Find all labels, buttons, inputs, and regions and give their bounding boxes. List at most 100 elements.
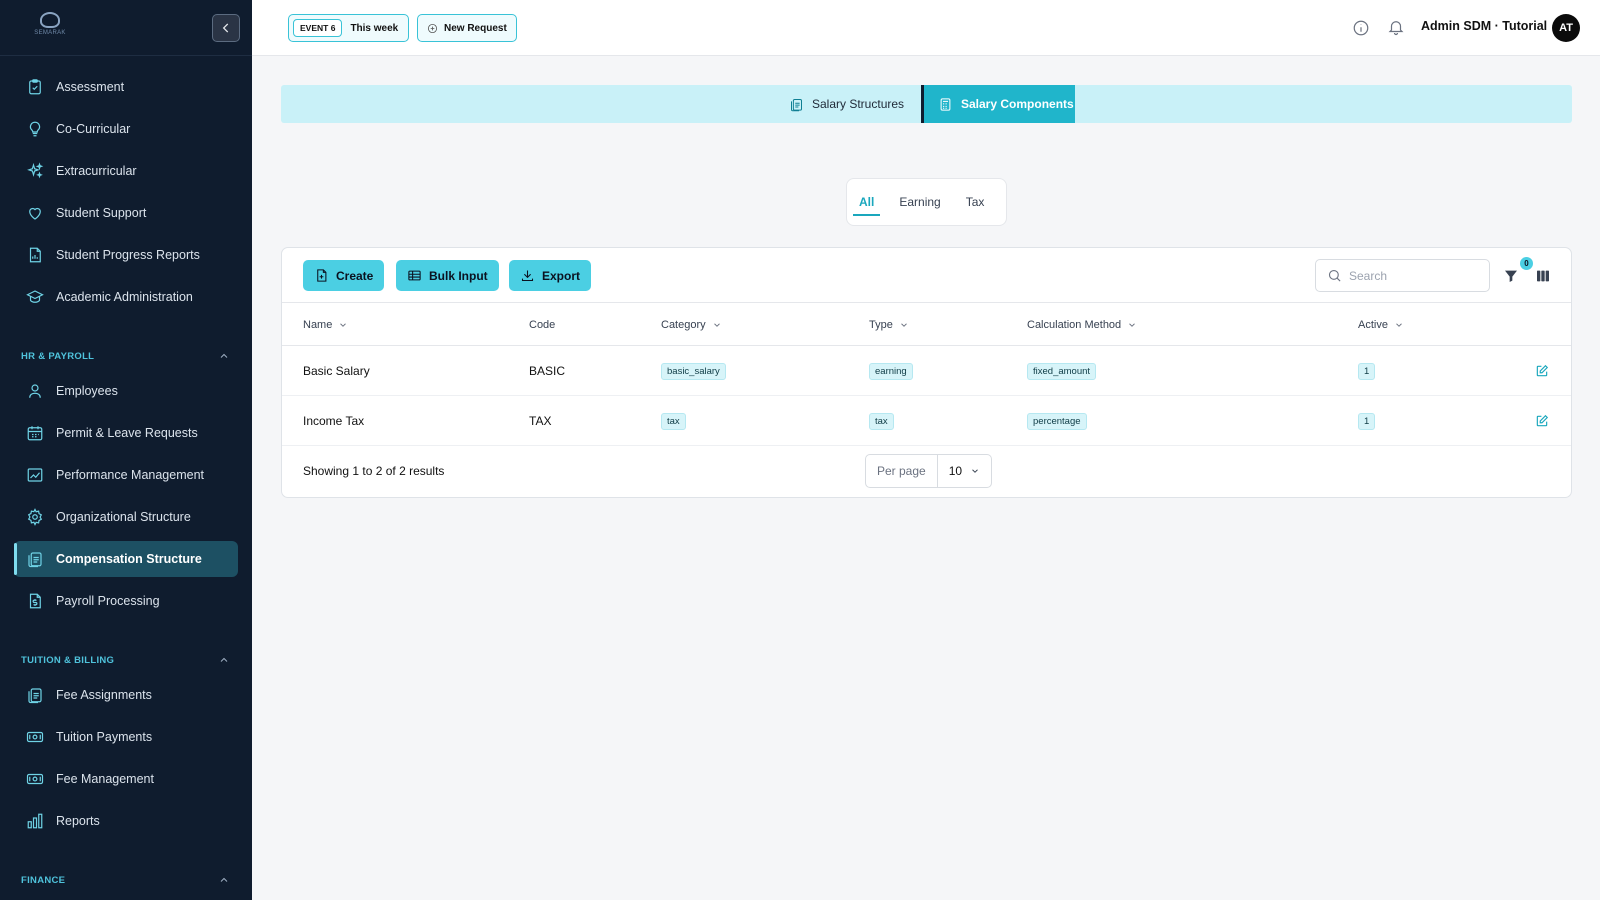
cell-name: Income Tax	[303, 414, 365, 428]
sidebar-item-extracurricular[interactable]: Extracurricular	[0, 150, 252, 192]
column-header-calculation-method[interactable]: Calculation Method	[1027, 303, 1137, 346]
user-icon	[29, 384, 41, 398]
cell-category: basic_salary	[661, 346, 726, 396]
tab-label: Salary Structures	[812, 97, 905, 111]
new-request-button[interactable]: New Request	[417, 14, 517, 42]
event-pill[interactable]: EVENT 6 This week	[288, 14, 410, 42]
cell-code: TAX	[529, 414, 552, 428]
sidebar-item-tuition-payments[interactable]: Tuition Payments	[0, 716, 252, 758]
chevron-down-icon	[901, 322, 907, 327]
tab-salary-components[interactable]: Salary Components	[921, 85, 1075, 123]
section-title: HR & PAYROLL	[21, 351, 95, 362]
section-hr-payroll[interactable]: HR & PAYROLL	[0, 330, 252, 370]
filter-tab-earning[interactable]: Earning	[899, 178, 940, 226]
search-input[interactable]	[1349, 268, 1479, 283]
create-button[interactable]: Create	[303, 260, 385, 291]
calc-badge: percentage	[1027, 412, 1087, 430]
event-badge: EVENT 6	[293, 19, 343, 37]
search-box[interactable]	[1315, 259, 1490, 292]
bar-chart-icon	[27, 813, 43, 829]
money-icon	[26, 731, 44, 743]
sidebar-item-permit-leave[interactable]: Permit & Leave Requests	[0, 412, 252, 454]
sidebar-item-reports[interactable]: Reports	[0, 800, 252, 842]
filter-tab-tax[interactable]: Tax	[966, 178, 985, 226]
section-title: TUITION & BILLING	[21, 655, 115, 666]
filter-tab-all[interactable]: All	[852, 178, 881, 226]
columns-icon[interactable]	[1535, 268, 1551, 284]
cell-calculation-method: fixed_amount	[1027, 346, 1097, 396]
filter-count-badge: 0	[1520, 257, 1533, 270]
sidebar-item-fee-assignments[interactable]: Fee Assignments	[0, 674, 252, 716]
plus-circle-icon	[427, 23, 438, 33]
sidebar-item-employees[interactable]: Employees	[0, 370, 252, 412]
sidebar-item-academic-administration[interactable]: Academic Administration	[0, 276, 252, 318]
chevron-down-icon	[340, 322, 347, 327]
chevron-up-icon	[220, 877, 228, 882]
sidebar-item-label: Permit & Leave Requests	[56, 426, 198, 440]
tab-salary-structures[interactable]: Salary Structures	[789, 85, 904, 123]
bulk-input-button[interactable]: Bulk Input	[396, 260, 499, 291]
per-page-select[interactable]: 10	[938, 464, 991, 478]
sidebar-item-organizational-structure[interactable]: Organizational Structure	[0, 496, 252, 538]
edit-icon[interactable]	[1535, 364, 1549, 378]
type-badge: tax	[869, 412, 894, 430]
export-label: Export	[542, 268, 581, 283]
info-icon[interactable]	[1352, 19, 1370, 37]
dollar-file-icon	[29, 593, 41, 609]
type-badge: earning	[869, 362, 913, 380]
tab-label: Salary Components	[961, 97, 1074, 111]
sidebar-item-fee-management[interactable]: Fee Management	[0, 758, 252, 800]
sidebar-item-label: Compensation Structure	[56, 552, 202, 566]
edit-icon[interactable]	[1535, 414, 1549, 428]
app-logo[interactable]: SEMARAK	[32, 12, 68, 42]
chevron-down-icon	[1396, 322, 1402, 327]
cell-edit	[1535, 396, 1549, 446]
chevron-up-icon	[220, 353, 228, 358]
user-name[interactable]: Admin SDM · Tutorial	[1421, 19, 1547, 33]
per-page-selector[interactable]: Per page 10	[865, 454, 993, 488]
avatar[interactable]: AT	[1552, 14, 1580, 42]
sidebar-nav: Assessment Co-Curricular Extracurricular…	[0, 56, 252, 894]
clipboard-icon	[28, 688, 42, 704]
table-row[interactable]: Basic Salary BASIC basic_salary earning …	[282, 346, 1571, 396]
column-header-label: Category	[661, 318, 706, 331]
cell-name: Basic Salary	[303, 364, 370, 378]
filter-icon[interactable]	[1503, 268, 1519, 284]
logo-text: SEMARAK	[34, 30, 66, 36]
column-header-name[interactable]: Name	[303, 303, 348, 346]
money-icon	[26, 773, 44, 785]
section-finance[interactable]: FINANCE	[0, 854, 252, 894]
column-header-type[interactable]: Type	[869, 303, 909, 346]
column-header-code: Code	[529, 303, 555, 346]
main-tabbar: Salary Structures Salary Components	[281, 85, 1572, 123]
category-badge: basic_salary	[661, 362, 726, 380]
table-row[interactable]: Income Tax TAX tax tax percentage 1	[282, 396, 1571, 446]
active-badge: 1	[1358, 412, 1376, 430]
column-header-label: Calculation Method	[1027, 318, 1122, 331]
sidebar-item-label: Fee Management	[56, 772, 154, 786]
column-header-category[interactable]: Category	[661, 303, 722, 346]
section-tuition-billing[interactable]: TUITION & BILLING	[0, 634, 252, 674]
event-week-label: This week	[350, 22, 399, 34]
sidebar-item-payroll-processing[interactable]: Payroll Processing	[0, 580, 252, 622]
sidebar-item-compensation-structure[interactable]: Compensation Structure	[14, 541, 238, 577]
collapse-sidebar-button[interactable]	[212, 14, 240, 42]
table-header: Name Code Category Type Calculation Meth…	[282, 303, 1571, 346]
cell-type: tax	[869, 396, 894, 446]
new-request-label: New Request	[444, 22, 507, 34]
sparkles-icon	[27, 162, 44, 179]
cell-active: 1	[1358, 396, 1376, 446]
cell-edit	[1535, 346, 1549, 396]
chart-icon	[27, 468, 43, 482]
sidebar-item-assessment[interactable]: Assessment	[0, 66, 252, 108]
sidebar-item-performance-management[interactable]: Performance Management	[0, 454, 252, 496]
sidebar-item-student-support[interactable]: Student Support	[0, 192, 252, 234]
cell-code: BASIC	[529, 364, 566, 378]
bell-icon[interactable]	[1387, 18, 1405, 36]
sidebar-item-student-progress-reports[interactable]: Student Progress Reports	[0, 234, 252, 276]
chevron-down-icon	[713, 322, 720, 327]
heart-icon	[29, 207, 41, 220]
sidebar-item-co-curricular[interactable]: Co-Curricular	[0, 108, 252, 150]
export-button[interactable]: Export	[509, 260, 592, 291]
column-header-active[interactable]: Active	[1358, 303, 1404, 346]
